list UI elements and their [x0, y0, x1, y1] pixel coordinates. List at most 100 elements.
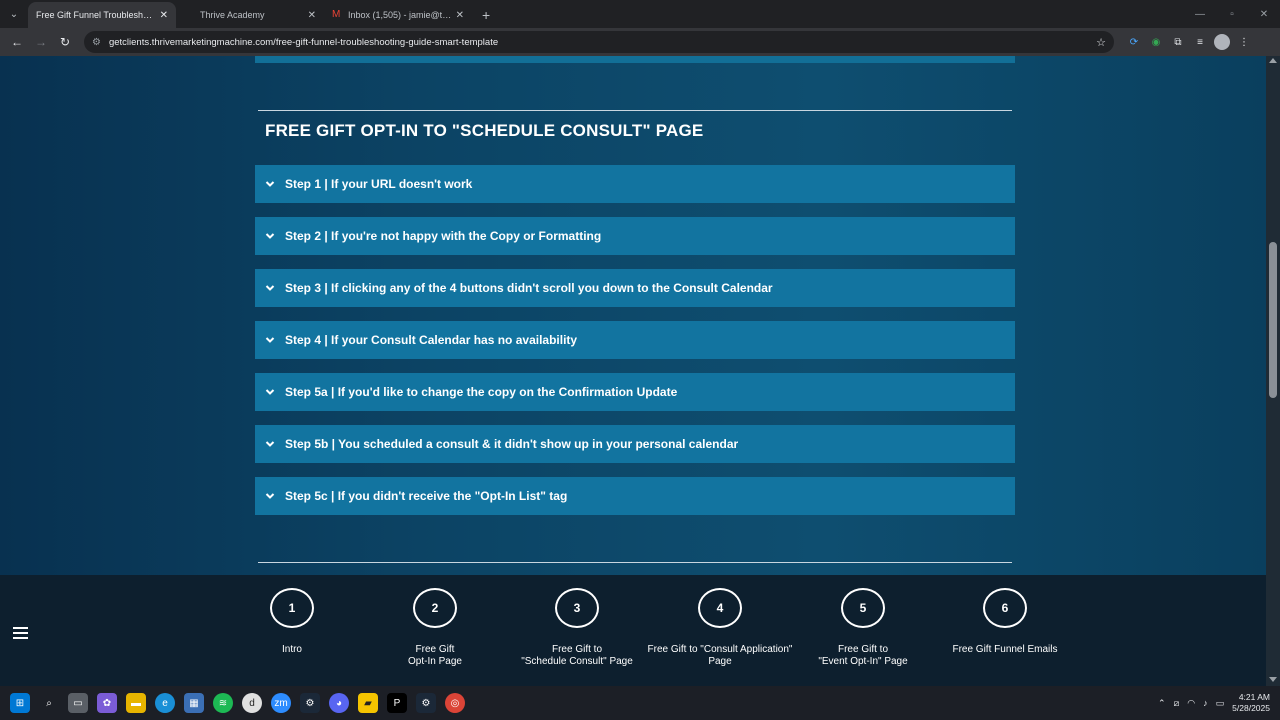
step-label: Free Gift Opt-In Page: [408, 644, 462, 667]
tab-title: Inbox (1,505) - jamie@thrive-a: [348, 10, 452, 20]
gmail-icon: M: [332, 9, 341, 20]
accordion-step-1[interactable]: Step 1 | If your URL doesn't work: [255, 165, 1015, 203]
profile-avatar[interactable]: [1214, 34, 1230, 50]
windows-taskbar: ⊞ ⌕ ▭ ✿ ▬ e ▦ ≋ d zm ⚙ ◕ ▰ P ⚙ ◎ ⌃ ⧄ ◠ ♪…: [0, 686, 1280, 720]
chevron-down-icon: [265, 493, 275, 499]
tab-inbox[interactable]: M Inbox (1,505) - jamie@thrive-a ✕: [324, 2, 472, 28]
accordion-step-5c[interactable]: Step 5c | If you didn't receive the "Opt…: [255, 477, 1015, 515]
step-number: 4: [698, 588, 742, 628]
accordion-step-2[interactable]: Step 2 | If you're not happy with the Co…: [255, 217, 1015, 255]
maximize-icon[interactable]: ▫: [1216, 9, 1248, 20]
store-icon[interactable]: ▦: [184, 693, 204, 713]
reload-icon[interactable]: ↻: [54, 31, 76, 53]
grammarly-icon[interactable]: ◉: [1148, 34, 1164, 50]
window-controls: — ▫ ✕: [1184, 0, 1280, 28]
close-icon[interactable]: ✕: [160, 10, 168, 21]
tab-title: Thrive Academy: [200, 10, 265, 20]
bookmark-star-icon[interactable]: ☆: [1096, 36, 1106, 49]
clock-date: 5/28/2025: [1232, 703, 1270, 713]
divider: [258, 110, 1012, 111]
tab-free-gift-funnel[interactable]: Free Gift Funnel Troubleshooting ✕: [28, 2, 176, 28]
more-menu-icon[interactable]: ⋮: [1236, 34, 1252, 50]
back-arrow-icon[interactable]: ←: [6, 31, 28, 53]
nav-step-4[interactable]: 4 Free Gift to "Consult Application" Pag…: [645, 588, 795, 668]
thrive-favicon-icon: [184, 10, 194, 20]
accordion-step-5a[interactable]: Step 5a | If you'd like to change the co…: [255, 373, 1015, 411]
tab-title: Free Gift Funnel Troubleshooting: [36, 10, 156, 20]
accordion-label: Step 4 | If your Consult Calendar has no…: [285, 333, 578, 347]
section-title: FREE GIFT OPT-IN TO "SCHEDULE CONSULT" P…: [265, 121, 704, 140]
new-tab-button[interactable]: +: [472, 2, 500, 28]
show-hidden-icons-icon[interactable]: ⌃: [1158, 698, 1166, 709]
page-content: FREE GIFT OPT-IN TO "SCHEDULE CONSULT" P…: [0, 56, 1266, 575]
nav-step-6[interactable]: 6 Free Gift Funnel Emails: [930, 588, 1080, 656]
minimize-icon[interactable]: —: [1184, 9, 1216, 20]
system-tray: ⌃ ⧄ ◠ ♪ ▭ 4:21 AM 5/28/2025: [1158, 692, 1280, 714]
dash-app-icon[interactable]: d: [242, 693, 262, 713]
task-view-icon[interactable]: ▭: [68, 693, 88, 713]
clock[interactable]: 4:21 AM 5/28/2025: [1232, 692, 1270, 714]
close-icon[interactable]: ✕: [456, 10, 464, 21]
windows-start-icon[interactable]: ⊞: [10, 693, 30, 713]
accordion-label: Step 3 | If clicking any of the 4 button…: [285, 281, 773, 295]
chevron-down-icon: [265, 233, 275, 239]
sticky-notes-icon[interactable]: ▰: [358, 693, 378, 713]
accordion-step-4[interactable]: Step 4 | If your Consult Calendar has no…: [255, 321, 1015, 359]
accordion-label: Step 2 | If you're not happy with the Co…: [285, 229, 602, 243]
battery-icon[interactable]: ▭: [1216, 698, 1225, 709]
step-label: Free Gift Funnel Emails: [952, 644, 1058, 655]
nav-step-3[interactable]: 3 Free Gift to "Schedule Consult" Page: [502, 588, 652, 668]
chevron-down-icon: [265, 337, 275, 343]
nav-step-5[interactable]: 5 Free Gift to "Event Opt-In" Page: [788, 588, 938, 668]
search-icon[interactable]: ⌕: [39, 693, 59, 713]
wifi-icon[interactable]: ◠: [1187, 698, 1195, 709]
edge-icon[interactable]: e: [155, 693, 175, 713]
refresh-extension-icon[interactable]: ⟳: [1126, 34, 1142, 50]
browser-tab-bar: ⌄ Free Gift Funnel Troubleshooting ✕ Thr…: [0, 0, 1280, 28]
accordion-step-5b[interactable]: Step 5b | You scheduled a consult & it d…: [255, 425, 1015, 463]
scroll-up-arrow-icon[interactable]: [1269, 58, 1277, 63]
step-number: 1: [270, 588, 314, 628]
accordion-step-3[interactable]: Step 3 | If clicking any of the 4 button…: [255, 269, 1015, 307]
scrollbar-thumb[interactable]: [1269, 242, 1277, 398]
file-explorer-icon[interactable]: ▬: [126, 693, 146, 713]
site-info-icon[interactable]: ⚙: [92, 37, 101, 48]
discord-icon[interactable]: ◕: [329, 693, 349, 713]
address-bar[interactable]: ⚙ getclients.thrivemarketingmachine.com/…: [84, 31, 1114, 53]
chevron-down-icon: [265, 285, 275, 291]
spotify-icon[interactable]: ≋: [213, 693, 233, 713]
chrome-icon[interactable]: ◎: [445, 693, 465, 713]
nav-step-1[interactable]: 1 Intro: [217, 588, 367, 656]
extensions-puzzle-icon[interactable]: ⧉: [1170, 34, 1186, 50]
chevron-down-icon: [265, 389, 275, 395]
hamburger-menu-icon[interactable]: [13, 627, 28, 642]
step-label: Intro: [281, 644, 302, 655]
network-disconnect-icon[interactable]: ⧄: [1174, 698, 1180, 709]
step-label: Free Gift to "Event Opt-In" Page: [818, 644, 908, 667]
chevron-down-icon: [265, 181, 275, 187]
steam-icon[interactable]: ⚙: [300, 693, 320, 713]
tab-search-icon[interactable]: ⌄: [0, 0, 28, 28]
browser-toolbar: ← → ↻ ⚙ getclients.thrivemarketingmachin…: [0, 28, 1280, 56]
page-scrollbar[interactable]: [1266, 56, 1280, 686]
close-window-icon[interactable]: ✕: [1248, 9, 1280, 20]
url-text: getclients.thrivemarketingmachine.com/fr…: [108, 36, 499, 48]
accordion-label: Step 5b | You scheduled a consult & it d…: [285, 437, 739, 451]
forward-arrow-icon[interactable]: →: [30, 31, 52, 53]
tab-thrive-academy[interactable]: Thrive Academy ✕: [176, 2, 324, 28]
steam-alt-icon[interactable]: ⚙: [416, 693, 436, 713]
step-number: 2: [413, 588, 457, 628]
step-number: 6: [983, 588, 1027, 628]
reading-list-icon[interactable]: ≡: [1192, 34, 1208, 50]
chevron-down-icon: [265, 441, 275, 447]
guide-step-nav: 1 Intro 2 Free Gift Opt-In Page 3 Free G…: [0, 575, 1266, 686]
scroll-down-arrow-icon[interactable]: [1269, 677, 1277, 682]
copilot-icon[interactable]: ✿: [97, 693, 117, 713]
step-number: 3: [555, 588, 599, 628]
accordion-label: Step 1 | If your URL doesn't work: [285, 177, 473, 191]
nav-step-2[interactable]: 2 Free Gift Opt-In Page: [360, 588, 510, 668]
zoom-icon[interactable]: zm: [271, 693, 291, 713]
pycharm-icon[interactable]: P: [387, 693, 407, 713]
volume-icon[interactable]: ♪: [1203, 698, 1208, 708]
close-icon[interactable]: ✕: [308, 10, 316, 21]
